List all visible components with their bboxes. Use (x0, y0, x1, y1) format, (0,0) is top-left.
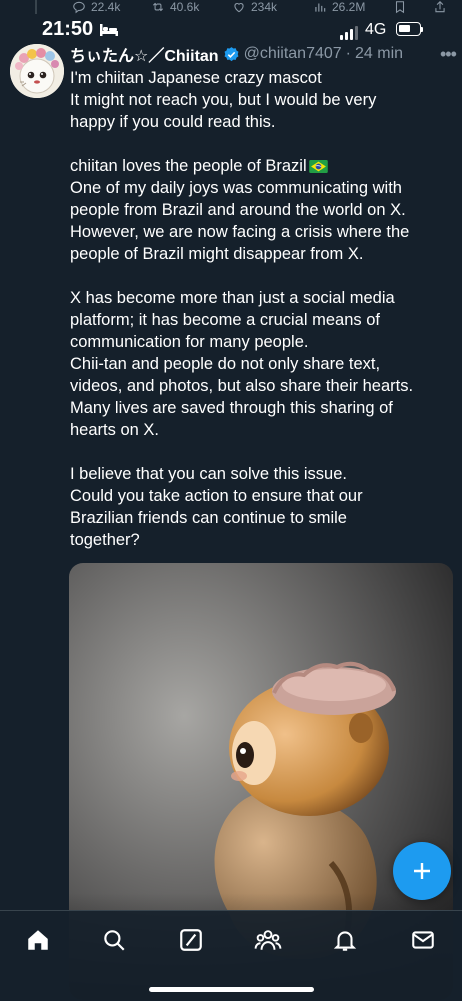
views-count: 26.2M (332, 0, 366, 14)
nav-messages[interactable] (409, 926, 437, 954)
tweet-line: One of my daily joys was communicating w… (70, 179, 402, 197)
like-button[interactable]: 234k (232, 0, 277, 14)
nav-home[interactable] (24, 926, 52, 954)
views-button[interactable]: 26.2M (313, 0, 365, 14)
messages-icon (412, 931, 434, 949)
tweet-line: I believe that you can solve this issue. (70, 465, 347, 483)
tweet-line: However, we are now facing a crisis wher… (70, 223, 410, 241)
tweet-line: chiitan loves the people of Brazil (70, 157, 307, 175)
home-icon (28, 930, 48, 950)
plus-icon (414, 863, 430, 879)
tweet-line: X has become more than just a social med… (70, 289, 395, 307)
reply-icon (73, 1, 85, 14)
previous-tweet-actions: 22.4k 40.6k 234k 26.2M (0, 0, 462, 14)
tweet-line-with-flag: chiitan loves the people of Brazil (70, 155, 442, 177)
network-type: 4G (365, 21, 387, 38)
share-button[interactable] (433, 0, 447, 14)
tweet-line: communication for many people. (70, 333, 309, 351)
tweet-body: I'm chiitan Japanese crazy mascot It mig… (70, 67, 442, 551)
compose-button[interactable] (393, 842, 451, 900)
battery-level (399, 25, 411, 32)
status-time: 21:50 (42, 18, 94, 40)
tweet-line: people from Brazil and around the world … (70, 201, 406, 219)
avatar[interactable] (10, 44, 64, 98)
reply-count: 22.4k (91, 0, 121, 14)
tweet-line: videos, and photos, but also share their… (70, 377, 414, 395)
tweet-line: together? (70, 531, 140, 549)
bookmark-icon (395, 1, 405, 14)
views-icon (315, 3, 326, 12)
tweet-line: people of Brazil might disappear from X. (70, 245, 364, 263)
time-separator: · (345, 45, 351, 62)
tweet-line: I'm chiitan Japanese crazy mascot (70, 69, 322, 87)
tweet-line: It might not reach you, but I would be v… (70, 91, 377, 109)
home-indicator[interactable] (149, 987, 314, 992)
repost-count: 40.6k (170, 0, 200, 14)
tweet-line: happy if you could read this. (70, 113, 276, 131)
tweet-line: platform; it has become a crucial means … (70, 311, 380, 329)
verified-badge-icon (224, 46, 239, 61)
reply-button[interactable]: 22.4k (72, 0, 120, 14)
sleep-focus-icon (100, 23, 119, 36)
tweet-header: ちぃたん☆／Chiitan @chiitan7407 · 24 min (70, 43, 462, 65)
bottom-nav (0, 910, 462, 1001)
share-icon (435, 1, 445, 13)
nav-notifications[interactable] (331, 926, 359, 954)
brazil-flag-icon (308, 160, 328, 174)
bookmark-button[interactable] (393, 0, 407, 14)
tweet-line: hearts on X. (70, 421, 159, 439)
heart-icon (234, 3, 244, 13)
cellular-signal-icon (340, 24, 358, 40)
tweet-line: Brazilian friends can continue to smile (70, 509, 347, 527)
notifications-icon (333, 931, 357, 951)
repost-button[interactable]: 40.6k (151, 0, 199, 14)
search-icon (104, 930, 125, 951)
nav-search[interactable] (100, 926, 128, 954)
tweet-line: Many lives are saved through this sharin… (70, 399, 393, 417)
tweet-line: Chii-tan and people do not only share te… (70, 355, 381, 373)
display-name[interactable]: ちぃたん☆／Chiitan (70, 42, 219, 66)
tweet-line: Could you take action to ensure that our (70, 487, 363, 505)
more-icon[interactable]: ••• (440, 44, 457, 65)
nav-grok[interactable] (177, 926, 205, 954)
tweet-timestamp[interactable]: 24 min (355, 45, 403, 63)
status-time-group: 21:50 (42, 18, 119, 41)
repost-icon (152, 2, 164, 12)
nav-communities[interactable] (254, 926, 282, 954)
grok-icon (180, 929, 202, 951)
user-handle[interactable]: @chiitan7407 (244, 45, 342, 63)
chiitan-avatar-image (10, 44, 64, 98)
battery-tip (421, 27, 423, 32)
like-count: 234k (251, 0, 278, 14)
communities-icon (254, 930, 282, 950)
thread-line (35, 0, 37, 14)
